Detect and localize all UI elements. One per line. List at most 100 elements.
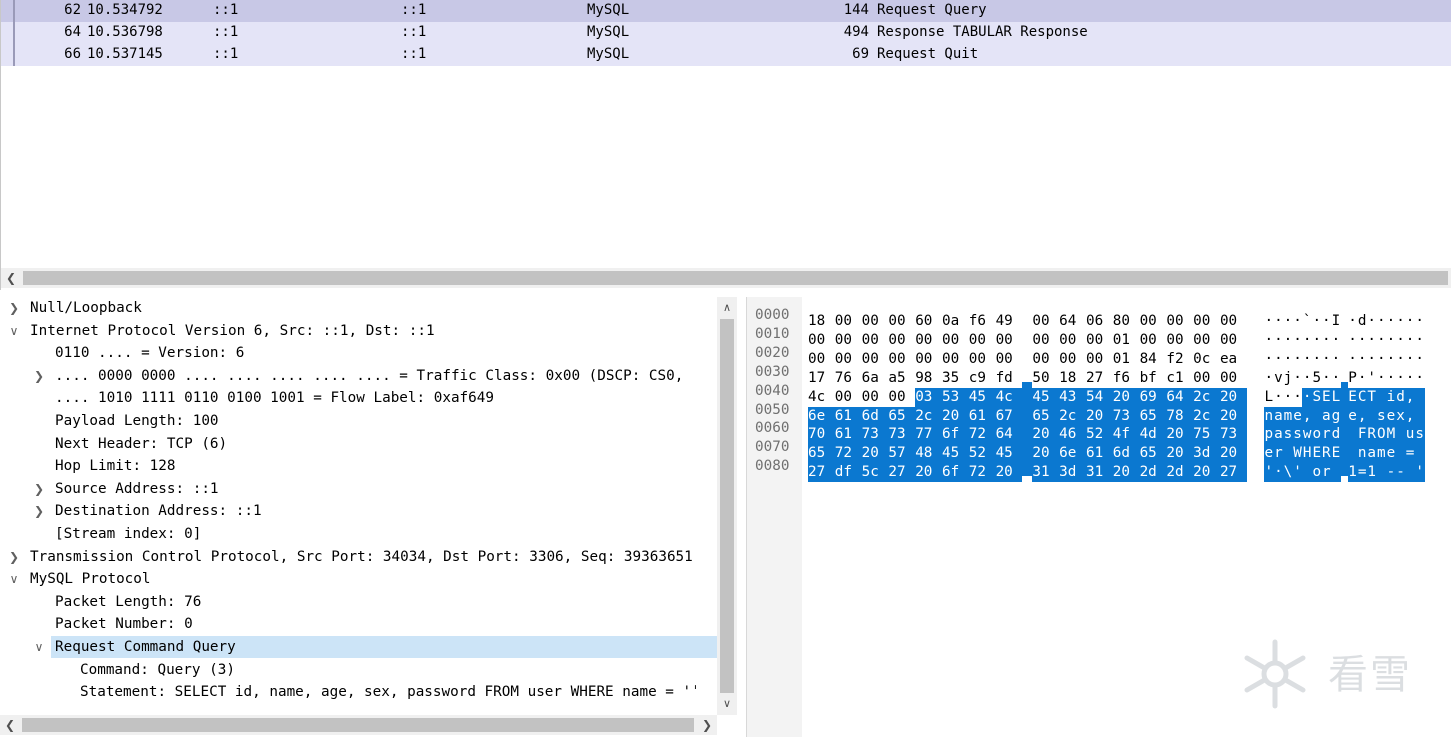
tree-item[interactable]: [Stream index: 0]	[0, 523, 717, 545]
ascii-bytes[interactable]: '·\' or 1=1 -- '	[1264, 457, 1425, 483]
hex-byte[interactable]: 27	[888, 463, 916, 483]
tree-item[interactable]: Statement: SELECT id, name, age, sex, pa…	[0, 681, 717, 703]
tree-item[interactable]: ❯ Source Address: ::1	[0, 478, 717, 500]
details-vertical-scrollbar[interactable]: ∧ ∨	[717, 297, 737, 715]
tree-item[interactable]: Packet Length: 76	[0, 591, 717, 613]
hex-byte[interactable]: 31	[1032, 463, 1060, 483]
packet-source: ::1	[213, 24, 239, 40]
hex-byte[interactable]: 2d	[1166, 463, 1194, 483]
tree-item[interactable]: ❯ Destination Address: ::1	[0, 500, 717, 522]
ascii-char[interactable]: r	[1321, 463, 1332, 483]
related-packet-marker	[13, 22, 15, 44]
ascii-char[interactable]: '	[1292, 463, 1303, 483]
hex-byte[interactable]: df	[834, 463, 862, 483]
chevron-right-icon[interactable]: ❯	[32, 365, 46, 387]
packet-length: 144	[843, 2, 869, 18]
scroll-down-arrow-icon[interactable]: ∨	[717, 695, 737, 713]
tree-item[interactable]: ❯ Transmission Control Protocol, Src Port…	[0, 546, 717, 568]
hex-byte[interactable]: 27	[1219, 463, 1247, 483]
ascii-char[interactable]	[1376, 463, 1387, 483]
tree-item[interactable]: ∨ MySQL Protocol	[0, 568, 717, 590]
tree-item[interactable]: 0110 .... = Version: 6	[0, 342, 717, 364]
ascii-char[interactable]: \	[1283, 463, 1293, 483]
chevron-right-icon[interactable]: ❯	[32, 500, 46, 522]
tree-item[interactable]: ❯ .... 0000 0000 .... .... .... .... ....…	[0, 365, 717, 387]
scroll-left-arrow-icon[interactable]: ❮	[1, 268, 21, 288]
ascii-char[interactable]: 1	[1347, 463, 1358, 483]
hex-byte[interactable]: 20	[995, 463, 1023, 483]
packet-list-horizontal-scrollbar[interactable]: ❮	[1, 268, 1451, 288]
ascii-char[interactable]	[1405, 463, 1415, 483]
scroll-left-arrow-icon[interactable]: ❮	[0, 715, 20, 735]
chevron-down-icon[interactable]: ∨	[7, 320, 21, 342]
hex-group-gap	[1022, 344, 1032, 363]
tree-item[interactable]: .... 1010 1111 0110 0100 1001 = Flow Lab…	[0, 387, 717, 409]
ascii-group-gap	[1340, 381, 1348, 401]
chevron-down-icon[interactable]: ∨	[7, 568, 21, 590]
ascii-char[interactable]: ·	[1273, 463, 1284, 483]
ascii-char[interactable]	[1302, 463, 1312, 483]
hex-byte[interactable]: 6f	[941, 463, 969, 483]
tree-item[interactable]: Hop Limit: 128	[0, 455, 717, 477]
packet-destination: ::1	[401, 24, 427, 40]
byte-offset: 0080	[755, 458, 790, 475]
byte-offset: 0030	[755, 363, 790, 380]
ascii-char[interactable]: -	[1386, 463, 1396, 483]
hex-byte[interactable]: 72	[968, 463, 996, 483]
packet-protocol: MySQL	[587, 24, 630, 40]
hex-bytes[interactable]: 27 df 5c 27 20 6f 72 20 31 3d 31 20 2d 2d 20 27	[808, 457, 1247, 483]
ascii-char[interactable]: '	[1414, 463, 1425, 483]
bytes-row: 0010 00 00 00 00 00 00 00 00 00 00 00 01 00 00 00 00 ····…	[747, 325, 1451, 348]
tree-item-label: Command: Query (3)	[80, 661, 235, 678]
tree-item[interactable]: ∨ Request Command Query	[35, 636, 717, 658]
hex-group-gap	[1022, 419, 1033, 439]
chevron-right-icon[interactable]: ❯	[7, 297, 21, 319]
hex-byte[interactable]: 27	[808, 463, 835, 483]
scrollbar-thumb[interactable]	[23, 271, 1448, 285]
ascii-group-gap	[1340, 419, 1348, 439]
bytes-row: 0080 27 df 5c 27 20 6f 72 20 31 3d 31 20 2d 2d 20 27 '·\'…	[747, 457, 1451, 483]
packet-row[interactable]: 66 10.537145::1::1 MySQL 69 Request Quit	[1, 44, 1451, 66]
hex-byte[interactable]: 3d	[1059, 463, 1086, 483]
hex-byte[interactable]: 5c	[861, 463, 889, 483]
tree-item-label: Statement: SELECT id, name, age, sex, pa…	[80, 684, 700, 701]
hex-byte[interactable]: 20	[915, 463, 942, 483]
tree-item[interactable]: Next Header: TCP (6)	[0, 433, 717, 455]
tree-item[interactable]: ❯ Null/Loopback	[0, 297, 717, 319]
byte-offset: 0010	[755, 325, 790, 342]
byte-offset: 0050	[755, 401, 790, 418]
hex-byte[interactable]: 2d	[1139, 463, 1167, 483]
packet-protocol: MySQL	[587, 2, 630, 18]
chevron-right-icon[interactable]: ❯	[32, 478, 46, 500]
tree-item[interactable]: Command: Query (3)	[0, 659, 717, 681]
details-horizontal-scrollbar[interactable]: ❮ ❯	[0, 715, 717, 735]
packet-length: 69	[852, 46, 869, 62]
ascii-char[interactable]: -	[1395, 463, 1406, 483]
ascii-char[interactable]: =	[1357, 463, 1367, 483]
ascii-char[interactable]: o	[1311, 463, 1322, 483]
hex-group-gap	[1022, 457, 1033, 477]
hex-byte[interactable]: 31	[1085, 463, 1113, 483]
packet-list-pane[interactable]: 62 10.534792::1::1 MySQL 144 Request Query 64…	[0, 0, 1451, 290]
chevron-right-icon[interactable]: ❯	[7, 546, 21, 568]
tree-item[interactable]: Payload Length: 100	[0, 410, 717, 432]
packet-row[interactable]: 62 10.534792::1::1 MySQL 144 Request Query	[1, 0, 1451, 22]
scrollbar-thumb[interactable]	[720, 319, 734, 693]
packet-source: ::1	[213, 2, 239, 18]
tree-item-label: Payload Length: 100	[55, 413, 219, 429]
hex-byte[interactable]: 20	[1193, 463, 1220, 483]
packet-details-pane[interactable]: ❯ Null/Loopback ∨ Internet Protocol Version…	[0, 297, 738, 737]
hex-group-gap	[1022, 381, 1033, 401]
tree-item[interactable]: ∨ Internet Protocol Version 6, Src: ::1, …	[0, 320, 717, 342]
hex-byte[interactable]: 20	[1112, 463, 1140, 483]
scrollbar-thumb[interactable]	[22, 718, 694, 732]
ascii-char[interactable]	[1331, 463, 1341, 483]
tree-item[interactable]: Packet Number: 0	[0, 613, 717, 635]
scroll-up-arrow-icon[interactable]: ∧	[717, 299, 737, 317]
ascii-char[interactable]: '	[1264, 463, 1274, 483]
scroll-right-arrow-icon[interactable]: ❯	[697, 715, 717, 735]
chevron-down-icon[interactable]: ∨	[32, 636, 46, 658]
packet-row[interactable]: 64 10.536798::1::1 MySQL 494 Response TABULA…	[1, 22, 1451, 44]
ascii-char[interactable]: 1	[1366, 463, 1377, 483]
hex-group-gap	[1022, 363, 1032, 382]
